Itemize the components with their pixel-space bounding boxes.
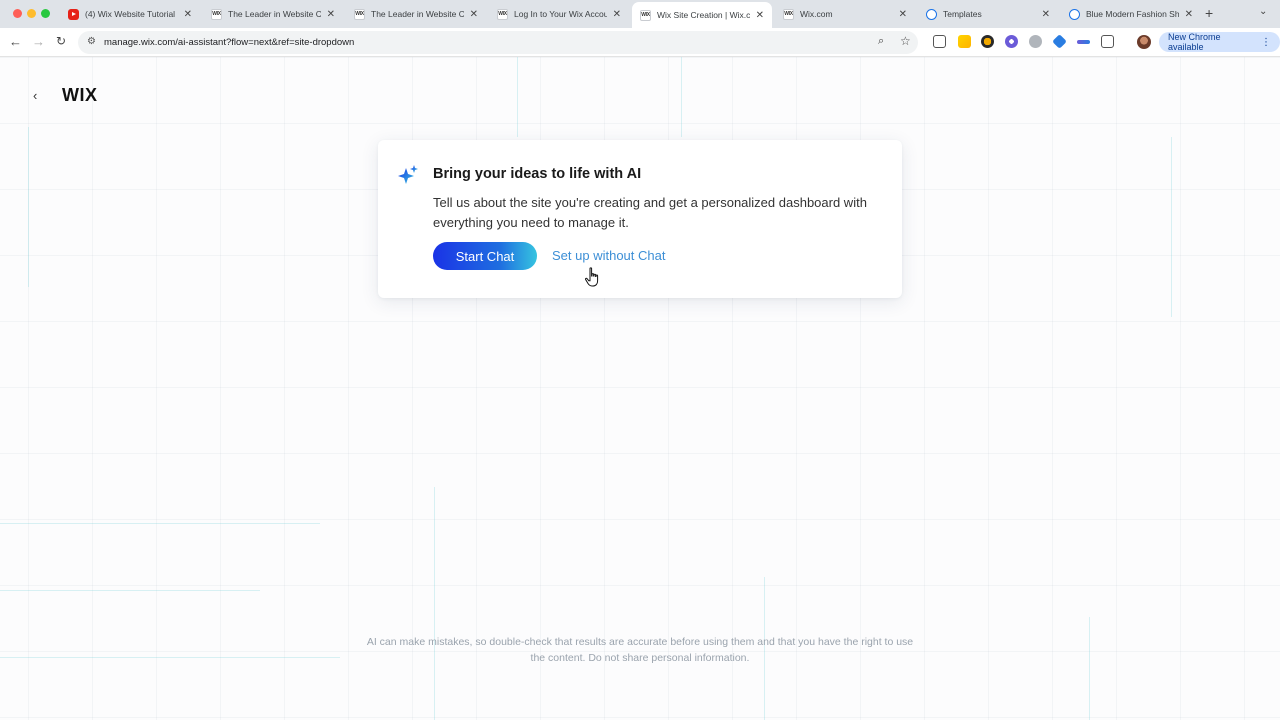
- tab-title: Wix.com: [800, 9, 833, 19]
- extension-icon[interactable]: [1077, 40, 1090, 44]
- wix-logo[interactable]: WIX: [62, 85, 98, 106]
- ai-disclaimer: AI can make mistakes, so double-check th…: [366, 636, 914, 664]
- close-window-button[interactable]: [13, 9, 22, 18]
- browser-tab[interactable]: Templates ✕: [918, 3, 1058, 25]
- url-text: manage.wix.com/ai-assistant?flow=next&re…: [104, 37, 355, 48]
- site-info-icon[interactable]: ⚙: [87, 36, 99, 48]
- more-menu-icon[interactable]: ⋮: [1261, 37, 1271, 48]
- close-tab-icon[interactable]: ✕: [899, 9, 907, 20]
- decorative-grid-line: [0, 657, 340, 658]
- extension-icon[interactable]: [1029, 35, 1042, 48]
- profile-avatar[interactable]: [1137, 35, 1151, 49]
- browser-tab[interactable]: (4) Wix Website Tutorial ✕: [60, 3, 200, 25]
- globe-icon: [1069, 8, 1080, 20]
- decorative-grid-line: [1089, 617, 1090, 720]
- extension-icon[interactable]: [1005, 35, 1018, 48]
- close-tab-icon[interactable]: ✕: [184, 9, 192, 20]
- minimize-window-button[interactable]: [27, 9, 36, 18]
- maximize-window-button[interactable]: [41, 9, 50, 18]
- browser-tab-active[interactable]: WIX Wix Site Creation | Wix.cc ✕: [632, 2, 772, 28]
- tab-title: (4) Wix Website Tutorial: [85, 9, 176, 19]
- close-tab-icon[interactable]: ✕: [327, 9, 335, 20]
- address-bar[interactable]: ⚙ manage.wix.com/ai-assistant?flow=next&…: [78, 31, 918, 54]
- forward-arrow-icon[interactable]: →: [32, 34, 45, 49]
- browser-tab[interactable]: WIX Wix.com ✕: [775, 3, 915, 25]
- ai-assistant-card: Bring your ideas to life with AI Tell us…: [378, 140, 902, 298]
- browser-tab-strip: (4) Wix Website Tutorial ✕ WIX The Leade…: [0, 0, 1280, 28]
- wix-icon: WIX: [640, 9, 651, 21]
- decorative-grid-line: [0, 523, 320, 524]
- tab-title: Templates: [943, 9, 982, 19]
- tab-title: The Leader in Website Cr: [228, 9, 321, 19]
- browser-tab[interactable]: WIX Log In to Your Wix Accou ✕: [489, 3, 629, 25]
- decorative-grid-line: [681, 57, 682, 137]
- highlighter-extension-icon[interactable]: [958, 35, 971, 48]
- puzzle-extensions-icon[interactable]: [1101, 35, 1114, 48]
- tag-extension-icon[interactable]: [1052, 34, 1067, 49]
- chrome-update-button[interactable]: New Chrome available ⋮: [1159, 32, 1280, 52]
- tab-title: The Leader in Website Cr: [371, 9, 464, 19]
- decorative-grid-line: [0, 590, 260, 591]
- browser-tab[interactable]: Blue Modern Fashion Sh ✕: [1061, 3, 1201, 25]
- back-chevron-icon[interactable]: ‹: [33, 88, 37, 103]
- close-tab-icon[interactable]: ✕: [1042, 9, 1050, 20]
- tab-title: Wix Site Creation | Wix.cc: [657, 10, 750, 20]
- zoom-icon[interactable]: ⌕: [878, 35, 884, 48]
- decorative-grid-line: [1171, 137, 1172, 317]
- card-description: Tell us about the site you're creating a…: [433, 195, 867, 230]
- hand-cursor-icon: [584, 267, 599, 287]
- tab-title: Log In to Your Wix Accou: [514, 9, 607, 19]
- browser-tab[interactable]: WIX The Leader in Website Cr ✕: [346, 3, 486, 25]
- new-tab-icon[interactable]: +: [1205, 5, 1213, 21]
- setup-without-chat-link[interactable]: Set up without Chat: [552, 248, 665, 263]
- browser-tab[interactable]: WIX The Leader in Website Cr ✕: [203, 3, 343, 25]
- decorative-grid-line: [28, 127, 29, 287]
- page-content: ‹ WIX Bring your ideas to life with AI T…: [0, 57, 1280, 720]
- globe-icon: [926, 8, 937, 20]
- browser-toolbar: ← → ↻ ⚙ manage.wix.com/ai-assistant?flow…: [0, 28, 1280, 57]
- youtube-icon: [68, 8, 79, 20]
- back-arrow-icon[interactable]: ←: [9, 34, 22, 49]
- chevron-down-icon[interactable]: ⌄: [1259, 6, 1267, 17]
- card-title: Bring your ideas to life with AI: [433, 166, 642, 182]
- wix-icon: WIX: [354, 8, 365, 20]
- chrome-update-label: New Chrome available: [1168, 32, 1221, 52]
- start-chat-button[interactable]: Start Chat: [433, 242, 537, 270]
- close-tab-icon[interactable]: ✕: [470, 9, 478, 20]
- close-tab-icon[interactable]: ✕: [613, 9, 621, 20]
- extension-icon[interactable]: [981, 35, 994, 48]
- screenshot-extension-icon[interactable]: [933, 35, 946, 48]
- decorative-grid-line: [434, 487, 435, 720]
- wix-icon: WIX: [497, 8, 508, 20]
- reload-icon[interactable]: ↻: [56, 34, 66, 48]
- ai-sparkle-icon: [398, 165, 418, 184]
- close-tab-icon[interactable]: ✕: [1185, 9, 1193, 20]
- close-tab-icon[interactable]: ✕: [756, 10, 764, 21]
- wix-icon: WIX: [783, 8, 794, 20]
- tab-title: Blue Modern Fashion Sh: [1086, 9, 1179, 19]
- bookmark-star-icon[interactable]: ☆: [900, 34, 911, 48]
- wix-icon: WIX: [211, 8, 222, 20]
- decorative-grid-line: [517, 57, 518, 137]
